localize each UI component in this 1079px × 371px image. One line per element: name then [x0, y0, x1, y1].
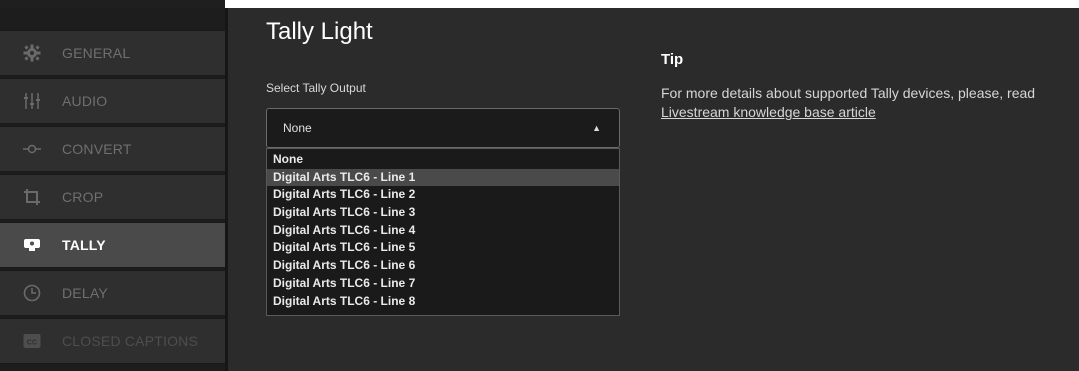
- sidebar-item-general[interactable]: GENERAL: [0, 30, 225, 76]
- cc-icon: CC: [22, 331, 42, 351]
- tip-text: For more details about supported Tally d…: [661, 84, 1051, 122]
- sidebar-item-label: CROP: [62, 189, 104, 205]
- settings-sidebar: GENERAL AUDIO CONVERT CROP TALLY DELAY C…: [0, 8, 225, 371]
- crop-icon: [22, 187, 42, 207]
- sidebar-item-closed-captions[interactable]: CC CLOSED CAPTIONS: [0, 318, 225, 364]
- dropdown-option[interactable]: Digital Arts TLC6 - Line 5: [267, 239, 619, 257]
- sidebar-item-label: DELAY: [62, 285, 108, 301]
- sidebar-divider: [225, 8, 228, 371]
- audio-sliders-icon: [22, 91, 42, 111]
- top-strip: [0, 0, 1079, 8]
- tally-settings-window: GENERAL AUDIO CONVERT CROP TALLY DELAY C…: [0, 8, 1079, 371]
- tip-body: For more details about supported Tally d…: [661, 85, 1036, 101]
- sidebar-item-label: TALLY: [62, 237, 106, 253]
- selected-value: None: [283, 121, 312, 135]
- page-title: Tally Light: [266, 18, 373, 45]
- clock-icon: [22, 283, 42, 303]
- caret-up-icon: ▲: [592, 123, 601, 133]
- sidebar-item-tally[interactable]: TALLY: [0, 222, 225, 268]
- tip-title: Tip: [661, 51, 684, 68]
- sidebar-item-label: GENERAL: [62, 45, 131, 61]
- sidebar-item-label: AUDIO: [62, 93, 108, 109]
- sidebar-item-crop[interactable]: CROP: [0, 174, 225, 220]
- gear-icon: [22, 43, 42, 63]
- select-tally-output-label: Select Tally Output: [266, 81, 366, 95]
- sidebar-item-label: CLOSED CAPTIONS: [62, 333, 199, 349]
- svg-text:CC: CC: [27, 340, 38, 347]
- dropdown-option[interactable]: Digital Arts TLC6 - Line 6: [267, 257, 619, 275]
- tally-output-dropdown-list: None Digital Arts TLC6 - Line 1 Digital Ar…: [266, 148, 620, 316]
- sidebar-item-label: CONVERT: [62, 141, 132, 157]
- convert-icon: [22, 139, 42, 159]
- dropdown-option[interactable]: None: [267, 151, 619, 169]
- sidebar-top-stub: [0, 0, 225, 8]
- dropdown-option[interactable]: Digital Arts TLC6 - Line 1: [267, 168, 619, 187]
- sidebar-item-convert[interactable]: CONVERT: [0, 126, 225, 172]
- dropdown-option[interactable]: Digital Arts TLC6 - Line 4: [267, 222, 619, 240]
- dropdown-option[interactable]: Digital Arts TLC6 - Line 7: [267, 275, 619, 293]
- sidebar-item-delay[interactable]: DELAY: [0, 270, 225, 316]
- dropdown-option[interactable]: Digital Arts TLC6 - Line 3: [267, 204, 619, 222]
- dropdown-option[interactable]: Digital Arts TLC6 - Line 8: [267, 293, 619, 311]
- knowledge-base-link[interactable]: Livestream knowledge base article: [661, 104, 876, 120]
- tally-output-select[interactable]: None ▲: [266, 108, 620, 148]
- dropdown-option[interactable]: Digital Arts TLC6 - Line 2: [267, 186, 619, 204]
- tally-icon: [22, 235, 42, 255]
- sidebar-item-audio[interactable]: AUDIO: [0, 78, 225, 124]
